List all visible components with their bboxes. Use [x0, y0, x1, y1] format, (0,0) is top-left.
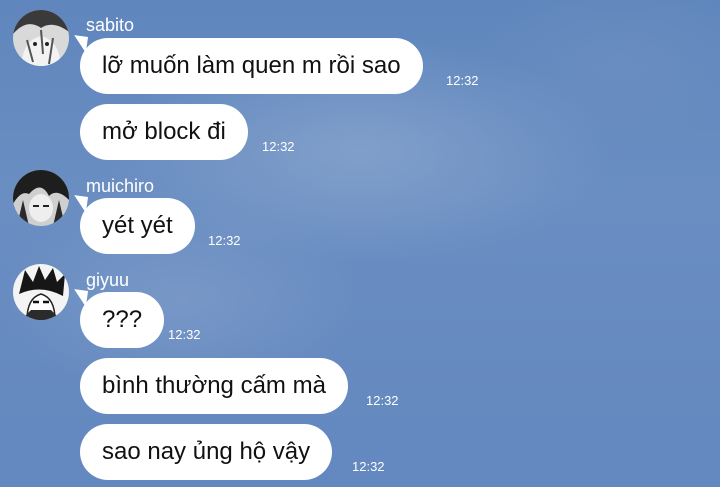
message-bubble[interactable]: mở block đi: [80, 104, 248, 160]
message-time: 12:32: [366, 393, 399, 408]
message-time: 12:32: [446, 73, 479, 88]
muichiro-avatar[interactable]: [13, 170, 69, 226]
message-bubble[interactable]: bình thường cấm mà: [80, 358, 348, 414]
message-bubble[interactable]: lỡ muốn làm quen m rồi sao: [80, 38, 423, 94]
chat-thread: sabito lỡ muốn làm quen m rồi sao 12:32 …: [0, 0, 720, 487]
message-time: 12:32: [168, 327, 201, 342]
message-time: 12:32: [208, 233, 241, 248]
message-time: 12:32: [262, 139, 295, 154]
message-bubble[interactable]: yét yét: [80, 198, 195, 254]
sender-name: giyuu: [86, 270, 130, 290]
message-bubble[interactable]: sao nay ủng hộ vậy: [80, 424, 333, 480]
message-time: 12:32: [352, 459, 385, 474]
sender-name: muichiro: [86, 176, 155, 196]
message-bubble[interactable]: ???: [80, 292, 165, 348]
sender-name: sabito: [86, 15, 135, 35]
giyuu-avatar[interactable]: [13, 264, 69, 320]
sabito-avatar[interactable]: [13, 10, 69, 66]
